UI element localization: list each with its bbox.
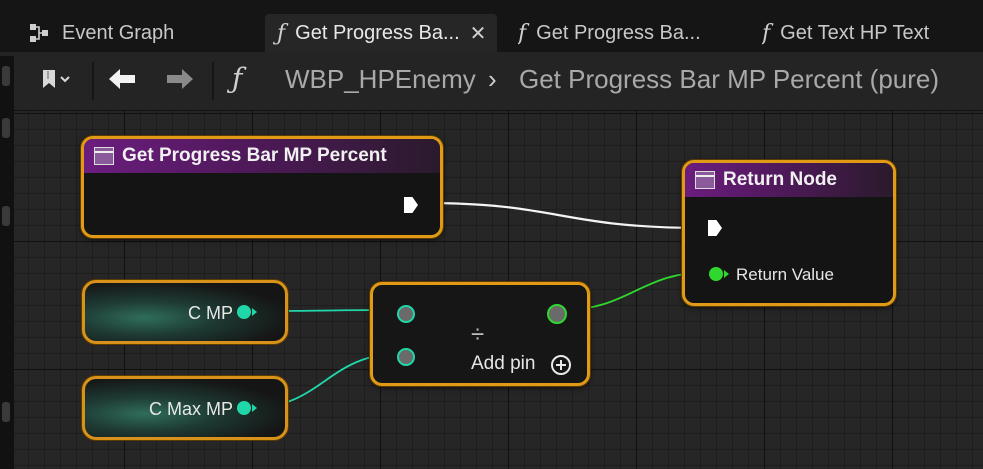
return-value-label: Return Value	[736, 265, 834, 284]
return-value-pin[interactable]	[709, 267, 723, 281]
exec-output-pin[interactable]	[404, 197, 418, 213]
function-entry-node[interactable]: Get Progress Bar MP Percent	[81, 136, 443, 238]
node-title: Return Node	[723, 169, 837, 190]
variable-node-c-mp[interactable]: C MP	[82, 280, 288, 344]
gutter-tab	[2, 206, 10, 226]
gutter-tab	[2, 402, 10, 422]
return-node[interactable]: Return Node Return Value	[682, 160, 896, 306]
function-node-icon	[695, 171, 715, 189]
plus-circle-icon[interactable]	[550, 354, 572, 381]
pin-arrow	[724, 270, 729, 278]
divide-node[interactable]: ÷ Add pin	[370, 282, 590, 386]
node-title: Get Progress Bar MP Percent	[122, 145, 387, 166]
node-header: Get Progress Bar MP Percent	[84, 139, 440, 173]
float-output-pin[interactable]	[237, 305, 251, 319]
gutter-tab	[2, 66, 10, 86]
nodes-layer: Get Progress Bar MP Percent Return Node …	[0, 0, 983, 469]
variable-label: C Max MP	[148, 399, 233, 419]
pin-arrow	[252, 404, 257, 412]
function-node-icon	[94, 147, 114, 165]
variable-node-c-max-mp[interactable]: C Max MP	[82, 376, 288, 440]
float-input-pin-a[interactable]	[397, 305, 415, 323]
left-gutter	[0, 56, 14, 469]
float-output-pin[interactable]	[237, 401, 251, 415]
float-input-pin-b[interactable]	[397, 348, 415, 366]
exec-input-pin[interactable]	[708, 220, 722, 236]
pin-arrow	[252, 308, 257, 316]
variable-label: C MP	[188, 303, 233, 323]
gutter-tab	[2, 118, 10, 138]
divide-icon: ÷	[471, 321, 485, 348]
add-pin-label[interactable]: Add pin	[471, 353, 535, 375]
output-pin[interactable]	[547, 304, 567, 324]
node-header: Return Node	[685, 163, 893, 197]
